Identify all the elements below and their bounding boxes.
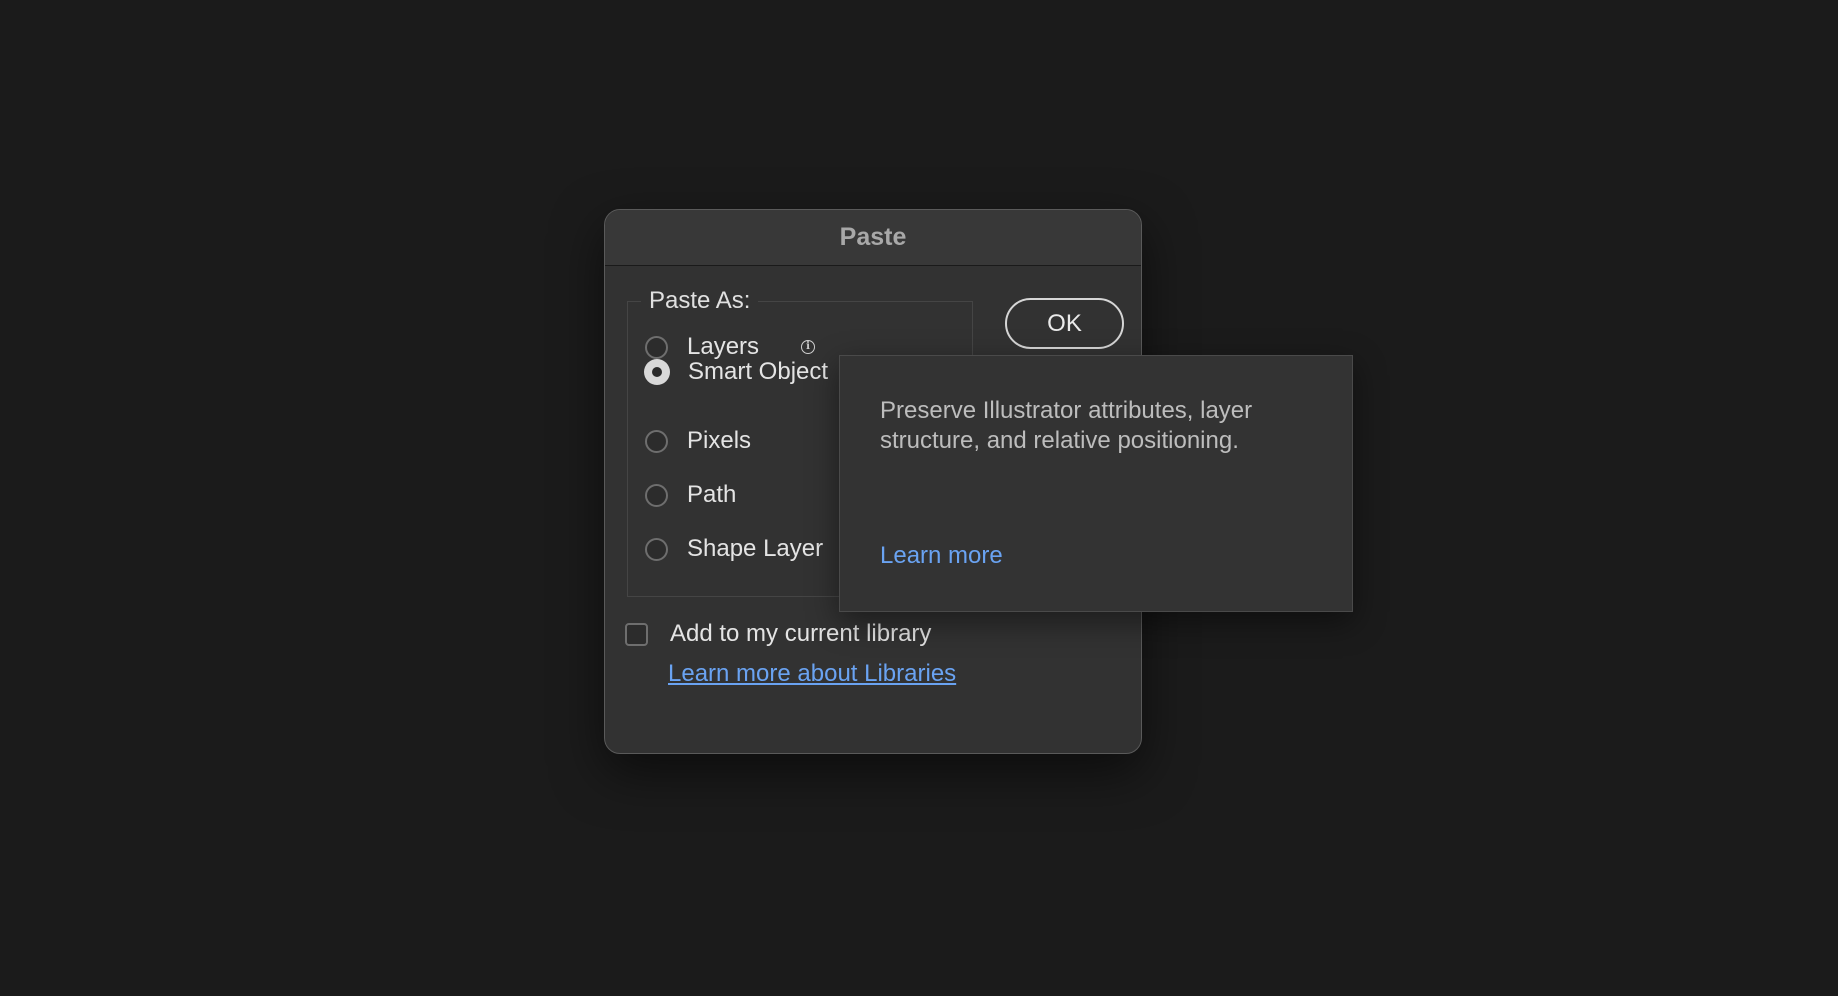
radio-button[interactable]: [645, 429, 668, 453]
radio-option-path[interactable]: Path: [645, 479, 736, 511]
radio-option-smart-object[interactable]: Smart Object: [644, 356, 829, 388]
add-to-library-option[interactable]: Add to my current library: [625, 618, 931, 650]
radio-option-shape-layer[interactable]: Shape Layer: [645, 533, 823, 565]
add-to-library-label: Add to my current library: [670, 620, 932, 647]
info-icon[interactable]: i: [801, 340, 815, 354]
radio-option-pixels[interactable]: Pixels: [645, 425, 751, 457]
layers-info-tooltip: Preserve Illustrator attributes, layer s…: [839, 355, 1353, 612]
radio-label: Smart Object: [688, 358, 829, 385]
add-to-library-checkbox[interactable]: [625, 622, 648, 646]
radio-button[interactable]: [645, 537, 668, 561]
radio-button-selected[interactable]: [644, 359, 670, 385]
learn-more-libraries-link[interactable]: Learn more about Libraries: [668, 660, 956, 688]
tooltip-text: Preserve Illustrator attributes, layer s…: [880, 397, 1253, 454]
radio-label: Pixels: [687, 427, 752, 454]
desktop-background: Paste Paste As: Layers i Smart Object Pi…: [0, 0, 1838, 996]
radio-button[interactable]: [645, 483, 668, 507]
ok-button[interactable]: OK: [1005, 298, 1124, 349]
dialog-title: Paste: [839, 223, 907, 251]
radio-label: Shape Layer: [687, 535, 824, 562]
paste-as-label: Paste As:: [641, 286, 759, 316]
tooltip-learn-more-link[interactable]: Learn more: [880, 542, 1003, 570]
dialog-titlebar[interactable]: Paste: [605, 210, 1141, 266]
radio-label: Path: [687, 481, 737, 508]
